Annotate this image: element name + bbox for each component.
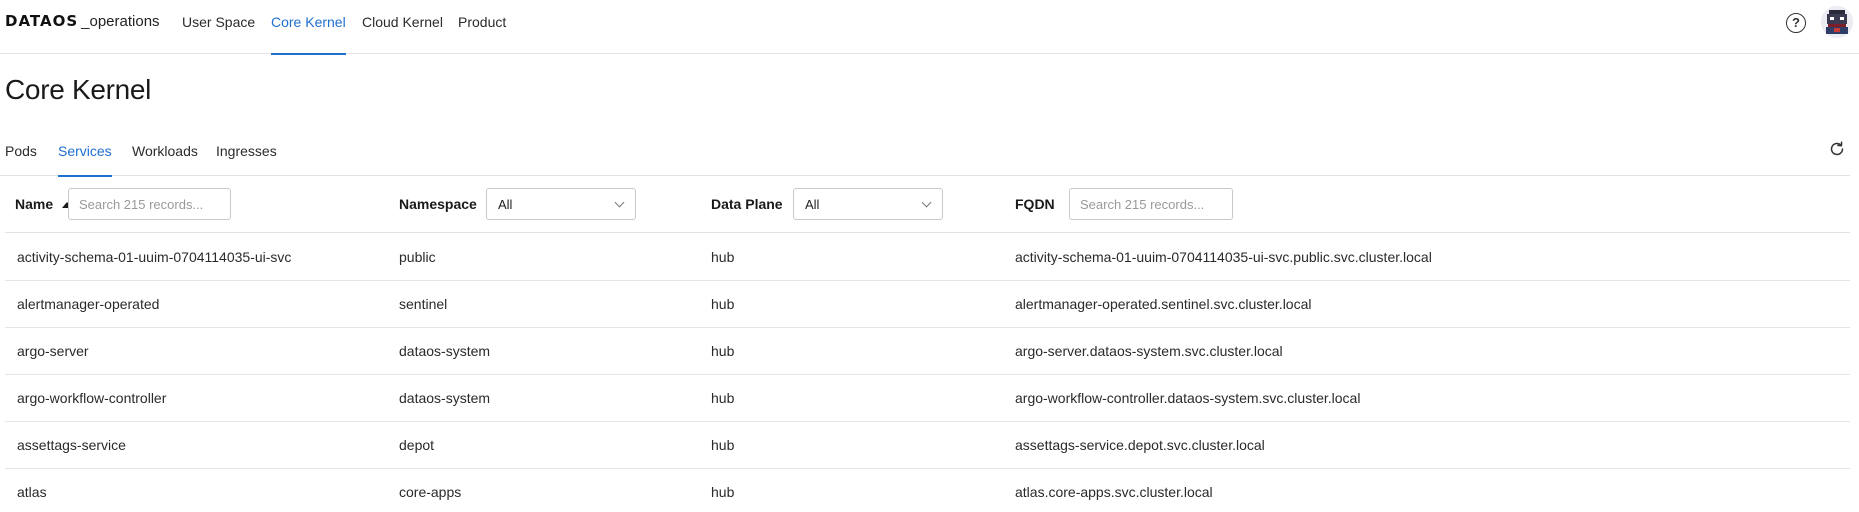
tab-workloads[interactable]: Workloads bbox=[132, 138, 198, 176]
cell-data-plane: hub bbox=[711, 484, 735, 500]
tab-pods[interactable]: Pods bbox=[5, 138, 37, 176]
cell-name: assettags-service bbox=[17, 437, 126, 453]
cell-fqdn: atlas.core-apps.svc.cluster.local bbox=[1015, 484, 1213, 500]
cell-name: atlas bbox=[17, 484, 47, 500]
dataos-operations-logo[interactable]: DATAOS _operations bbox=[5, 12, 160, 32]
cell-name: argo-server bbox=[17, 343, 89, 359]
tab-services[interactable]: Services bbox=[58, 138, 112, 177]
fqdn-search-input[interactable] bbox=[1069, 188, 1233, 220]
cell-fqdn: argo-workflow-controller.dataos-system.s… bbox=[1015, 390, 1361, 406]
column-header-namespace: Namespace bbox=[399, 196, 477, 212]
chevron-down-icon bbox=[921, 197, 932, 208]
avatar-pixel-art bbox=[1821, 6, 1853, 38]
nav-item-product[interactable]: Product bbox=[458, 0, 506, 54]
cell-namespace: sentinel bbox=[399, 296, 448, 312]
table-header: Name Namespace All Data Plane All FQDN bbox=[5, 176, 1850, 233]
cell-namespace: core-apps bbox=[399, 484, 462, 500]
nav-item-cloud-kernel[interactable]: Cloud Kernel bbox=[362, 0, 443, 54]
table-row[interactable]: alertmanager-operated sentinel hub alert… bbox=[5, 281, 1850, 328]
cell-fqdn: alertmanager-operated.sentinel.svc.clust… bbox=[1015, 296, 1312, 312]
name-search-input[interactable] bbox=[68, 188, 231, 220]
cell-namespace: dataos-system bbox=[399, 390, 491, 406]
namespace-filter-select[interactable]: All bbox=[486, 188, 636, 220]
cell-fqdn: activity-schema-01-uuim-0704114035-ui-sv… bbox=[1015, 249, 1432, 265]
cell-fqdn: argo-server.dataos-system.svc.cluster.lo… bbox=[1015, 343, 1283, 359]
cell-name: argo-workflow-controller bbox=[17, 390, 167, 406]
chevron-down-icon bbox=[614, 197, 625, 208]
cell-data-plane: hub bbox=[711, 296, 735, 312]
top-navigation-bar: DATAOS _operations User Space Core Kerne… bbox=[0, 0, 1859, 55]
nav-item-user-space[interactable]: User Space bbox=[182, 0, 255, 54]
cell-name: alertmanager-operated bbox=[17, 296, 160, 312]
cell-namespace: depot bbox=[399, 437, 435, 453]
logo-brand: DATAOS bbox=[5, 12, 79, 30]
column-header-data-plane: Data Plane bbox=[711, 196, 783, 212]
data-plane-filter-select[interactable]: All bbox=[793, 188, 943, 220]
nav-item-core-kernel[interactable]: Core Kernel bbox=[271, 0, 346, 55]
table-row[interactable]: activity-schema-01-uuim-0704114035-ui-sv… bbox=[5, 234, 1850, 281]
refresh-icon[interactable] bbox=[1828, 140, 1846, 158]
cell-data-plane: hub bbox=[711, 437, 735, 453]
namespace-filter-value: All bbox=[498, 197, 513, 212]
table-row[interactable]: assettags-service depot hub assettags-se… bbox=[5, 422, 1850, 469]
table-row[interactable]: argo-workflow-controller dataos-system h… bbox=[5, 375, 1850, 422]
avatar[interactable] bbox=[1821, 6, 1853, 38]
page-title: Core Kernel bbox=[5, 74, 152, 105]
data-plane-filter-value: All bbox=[805, 197, 820, 212]
cell-data-plane: hub bbox=[711, 249, 735, 265]
cell-data-plane: hub bbox=[711, 390, 735, 406]
column-header-fqdn: FQDN bbox=[1015, 196, 1055, 212]
cell-namespace: dataos-system bbox=[399, 343, 491, 359]
cell-name: activity-schema-01-uuim-0704114035-ui-sv… bbox=[17, 249, 292, 265]
column-header-name[interactable]: Name bbox=[15, 196, 53, 212]
cell-fqdn: assettags-service.depot.svc.cluster.loca… bbox=[1015, 437, 1265, 453]
tab-ingresses[interactable]: Ingresses bbox=[216, 138, 277, 176]
table-row[interactable]: atlas core-apps hub atlas.core-apps.svc.… bbox=[5, 469, 1850, 512]
cell-data-plane: hub bbox=[711, 343, 735, 359]
tab-bar: Pods Services Workloads Ingresses bbox=[0, 138, 1850, 177]
table-row[interactable]: argo-server dataos-system hub argo-serve… bbox=[5, 328, 1850, 375]
cell-namespace: public bbox=[399, 249, 436, 265]
logo-suffix: _operations bbox=[81, 13, 160, 30]
help-icon[interactable]: ? bbox=[1786, 13, 1806, 33]
